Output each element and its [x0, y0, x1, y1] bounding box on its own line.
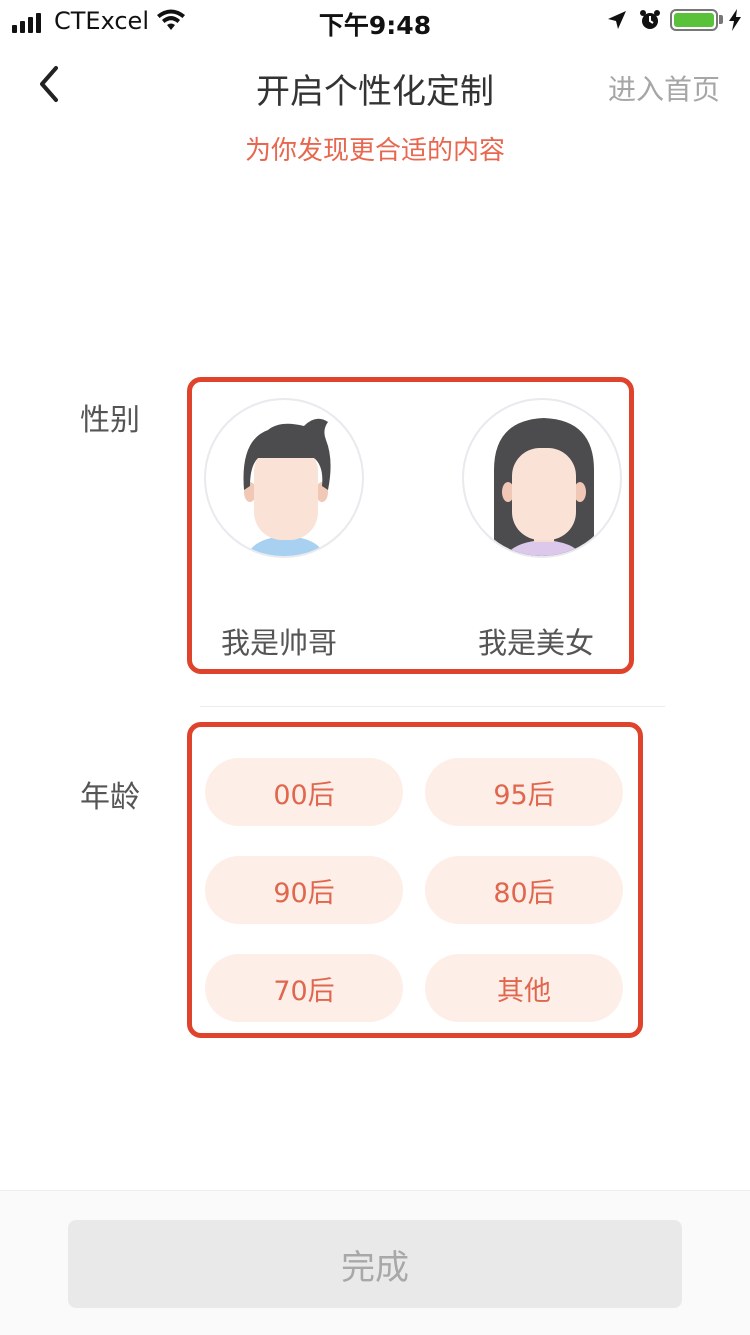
location-arrow-icon — [608, 11, 626, 29]
male-option-label[interactable]: 我是帅哥 — [221, 620, 337, 662]
page-subtitle: 为你发现更合适的内容 — [244, 136, 505, 166]
done-button[interactable]: 完成 — [68, 1220, 682, 1308]
battery-tip — [719, 15, 723, 24]
age-option-90[interactable]: 90后 — [205, 856, 403, 924]
gender-label: 性别 — [80, 403, 140, 438]
battery-icon — [670, 9, 718, 31]
section-divider — [200, 706, 665, 707]
age-option-other[interactable]: 其他 — [425, 954, 623, 1022]
age-option-00[interactable]: 00后 — [205, 758, 403, 826]
gender-selector: 我是帅哥 我是美女 — [187, 377, 634, 674]
alarm-icon — [640, 10, 660, 29]
status-bar: CTExcel 下午9:48 — [0, 0, 750, 40]
female-avatar-icon — [462, 398, 622, 558]
age-option-70[interactable]: 70后 — [205, 954, 403, 1022]
enter-home-link[interactable]: 进入首页 — [608, 68, 720, 108]
male-avatar-icon — [204, 398, 364, 558]
male-option[interactable] — [204, 398, 364, 560]
charging-bolt-icon — [729, 9, 741, 31]
female-option[interactable] — [462, 398, 622, 560]
age-option-80[interactable]: 80后 — [425, 856, 623, 924]
age-selector: 00后 95后 90后 80后 70后 其他 — [187, 722, 643, 1038]
age-option-95[interactable]: 95后 — [425, 758, 623, 826]
female-option-label[interactable]: 我是美女 — [478, 620, 594, 662]
age-label: 年龄 — [80, 780, 140, 815]
